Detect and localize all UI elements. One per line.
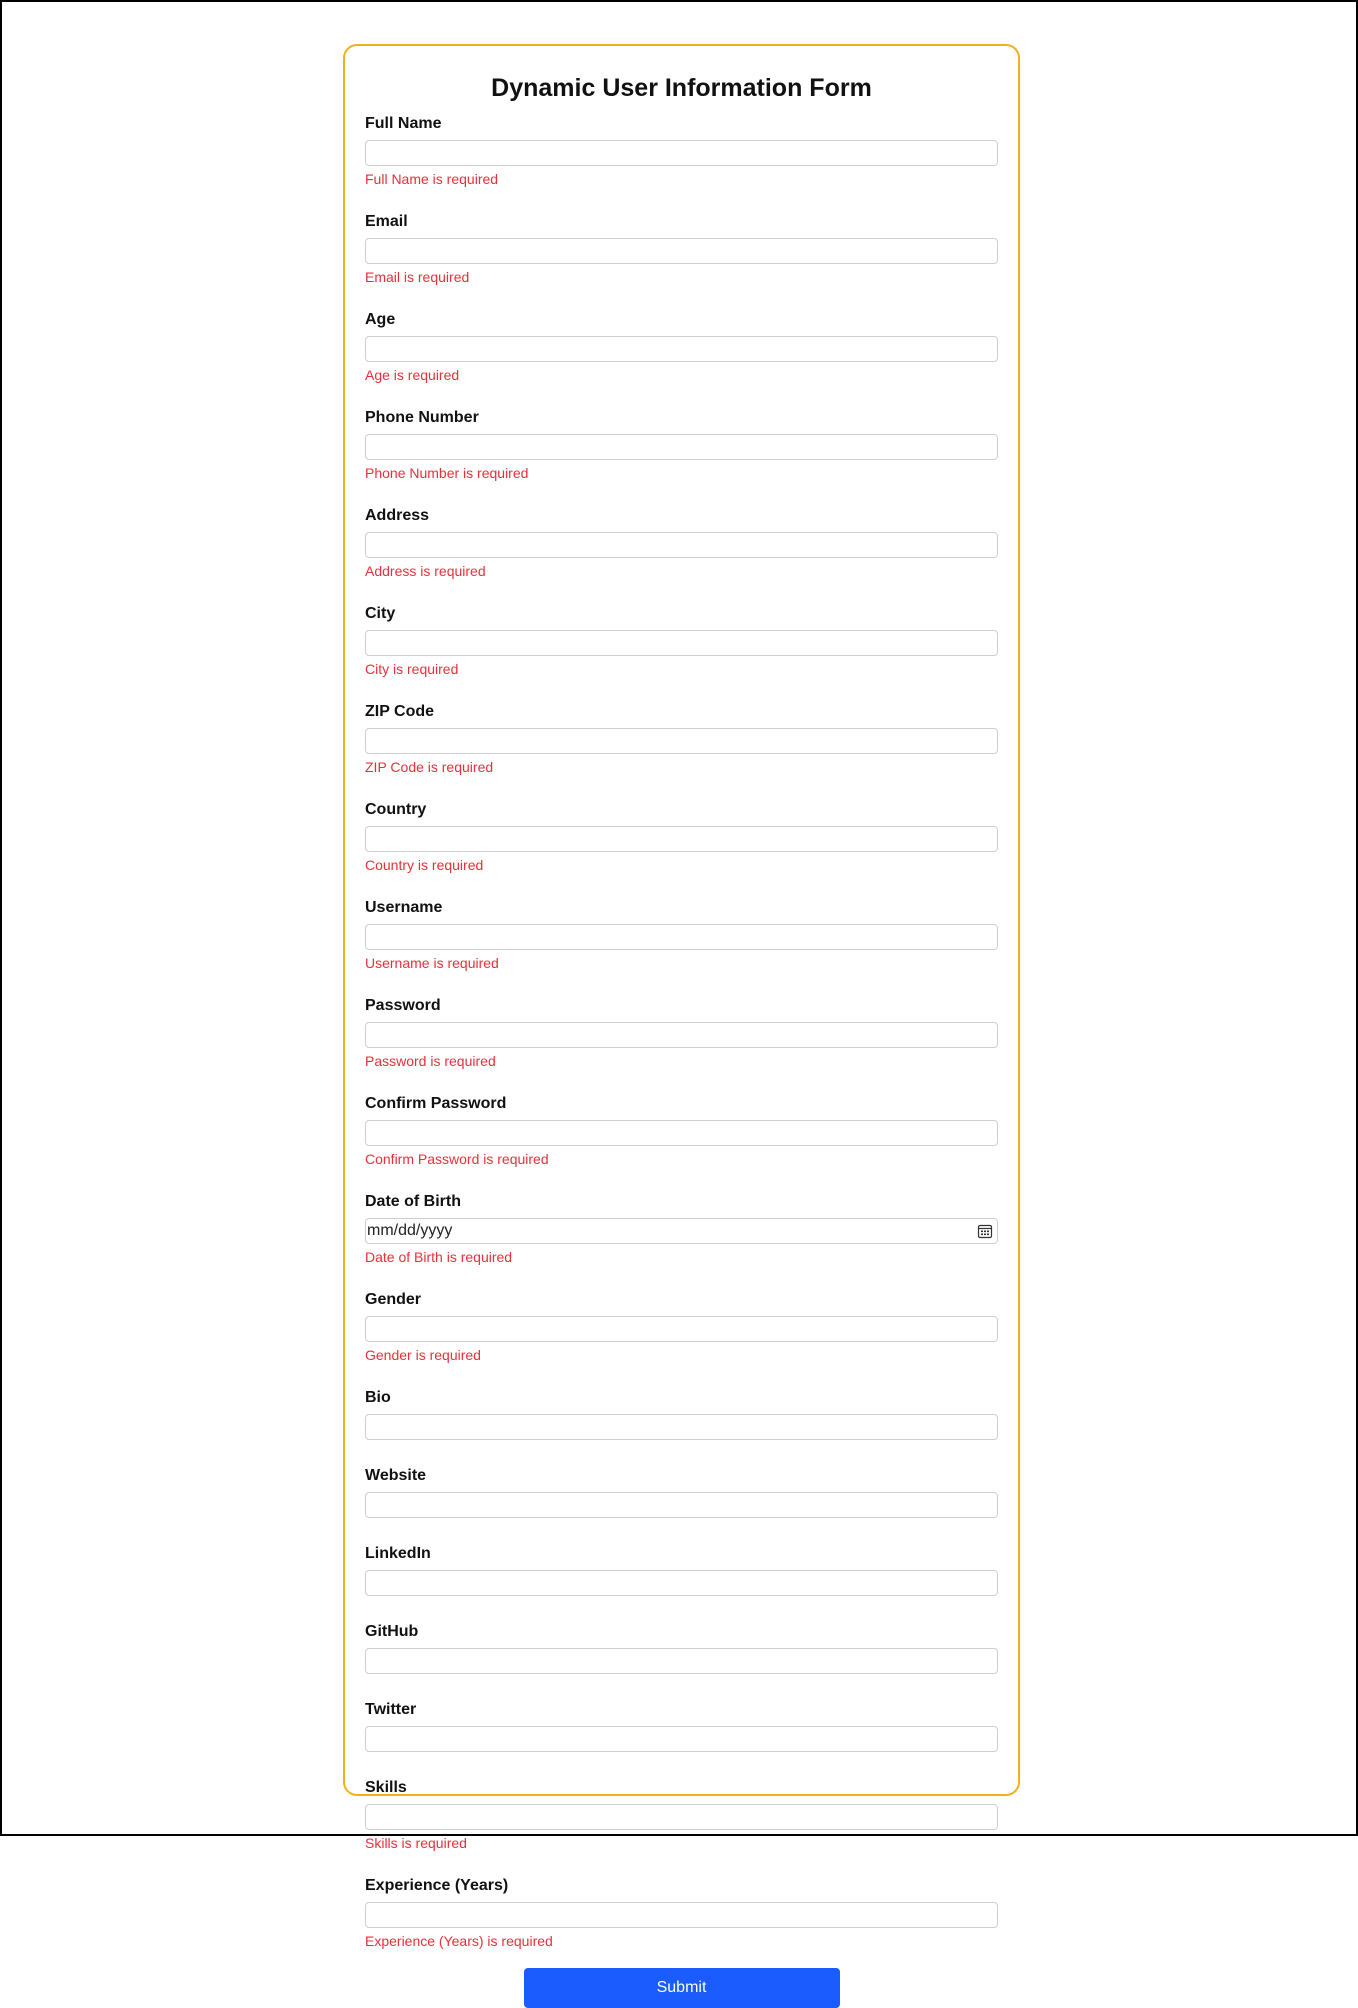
field-experience-years: Experience (Years) Experience (Years) is… [365,1876,998,1950]
age-label: Age [365,311,396,328]
date-of-birth-label: Date of Birth [365,1193,461,1210]
full-name-label: Full Name [365,115,442,132]
address-input[interactable] [365,532,998,558]
experience-years-error: Experience (Years) is required [365,1933,553,1949]
phone-number-label: Phone Number [365,409,479,426]
phone-number-input[interactable] [365,434,998,460]
field-zip-code: ZIP Code ZIP Code is required [365,702,998,776]
password-error: Password is required [365,1053,496,1069]
field-password: Password Password is required [365,996,998,1070]
website-label: Website [365,1467,427,1484]
field-country: Country Country is required [365,800,998,874]
website-input[interactable] [365,1492,998,1518]
field-email: Email Email is required [365,212,998,286]
twitter-label: Twitter [365,1701,417,1718]
date-of-birth-error: Date of Birth is required [365,1249,513,1265]
field-username: Username Username is required [365,898,998,972]
full-name-input[interactable] [365,140,998,166]
calendar-icon[interactable] [977,1223,993,1239]
username-error: Username is required [365,955,499,971]
field-address: Address Address is required [365,506,998,580]
submit-button[interactable]: Submit [523,1968,840,2008]
field-skills: Skills Skills is required [365,1778,998,1852]
city-input[interactable] [365,630,998,656]
username-label: Username [365,899,443,916]
field-linkedin: LinkedIn [365,1544,998,1596]
email-input[interactable] [365,238,998,264]
city-error: City is required [365,661,459,677]
confirm-password-input[interactable] [365,1120,998,1146]
skills-error: Skills is required [365,1835,467,1851]
full-name-error: Full Name is required [365,171,499,187]
gender-error: Gender is required [365,1347,481,1363]
date-of-birth-input[interactable]: mm/dd/yyyy [365,1218,998,1244]
age-input[interactable] [365,336,998,362]
field-phone-number: Phone Number Phone Number is required [365,408,998,482]
field-confirm-password: Confirm Password Confirm Password is req… [365,1094,998,1168]
age-error: Age is required [365,367,460,383]
skills-input[interactable] [365,1804,998,1830]
address-error: Address is required [365,563,486,579]
twitter-input[interactable] [365,1726,998,1752]
gender-input[interactable] [365,1316,998,1342]
experience-years-input[interactable] [365,1902,998,1928]
form-fields: Full Name Full Name is required Email Em… [365,114,998,1950]
field-gender: Gender Gender is required [365,1290,998,1364]
submit-row: Submit [365,1968,998,2008]
gender-label: Gender [365,1291,422,1308]
email-label: Email [365,213,408,230]
field-github: GitHub [365,1622,998,1674]
country-error: Country is required [365,857,484,873]
field-full-name: Full Name Full Name is required [365,114,998,188]
zip-code-error: ZIP Code is required [365,759,494,775]
field-twitter: Twitter [365,1700,998,1752]
date-of-birth-box[interactable] [365,1218,998,1244]
bio-input[interactable] [365,1414,998,1440]
address-label: Address [365,507,430,524]
field-website: Website [365,1466,998,1518]
zip-code-label: ZIP Code [365,703,435,720]
username-input[interactable] [365,924,998,950]
date-of-birth-placeholder: mm/dd/yyyy [367,1222,453,1239]
email-error: Email is required [365,269,470,285]
phone-number-error: Phone Number is required [365,465,529,481]
password-input[interactable] [365,1022,998,1048]
github-label: GitHub [365,1623,419,1640]
field-date-of-birth: Date of Birth mm/dd/yyyy Date of Birth i… [365,1192,998,1266]
experience-years-label: Experience (Years) [365,1877,509,1894]
country-label: Country [365,801,427,818]
password-label: Password [365,997,441,1014]
skills-label: Skills [365,1779,407,1796]
form-title: Dynamic User Information Form [491,74,872,102]
confirm-password-error: Confirm Password is required [365,1151,549,1167]
linkedin-input[interactable] [365,1570,998,1596]
country-input[interactable] [365,826,998,852]
field-age: Age Age is required [365,310,998,384]
city-label: City [365,605,396,622]
field-city: City City is required [365,604,998,678]
confirm-password-label: Confirm Password [365,1095,507,1112]
bio-label: Bio [365,1389,391,1406]
page-frame: Dynamic User Information Form Full Name … [0,0,1358,2008]
linkedin-label: LinkedIn [365,1545,431,1562]
zip-code-input[interactable] [365,728,998,754]
form-card: Dynamic User Information Form Full Name … [343,44,1020,2008]
field-bio: Bio [365,1388,998,1440]
github-input[interactable] [365,1648,998,1674]
